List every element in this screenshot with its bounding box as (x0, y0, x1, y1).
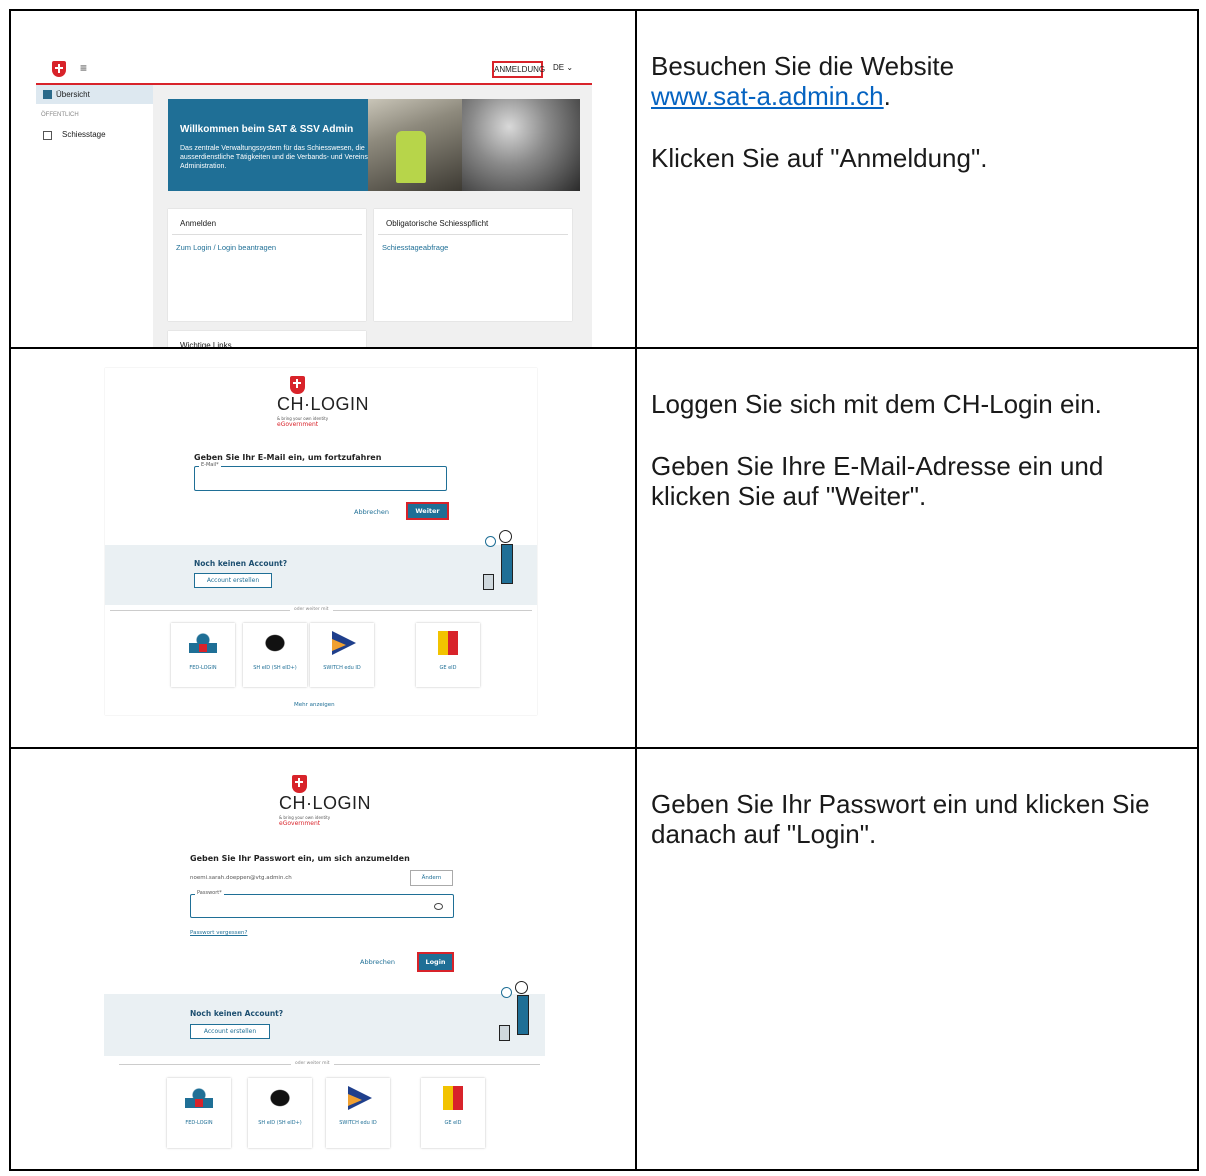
password-field[interactable]: Passwort* (190, 890, 454, 918)
sidebar-item-uebersicht[interactable]: Übersicht (36, 85, 153, 104)
hero-photo-helmet (462, 99, 580, 191)
card-heading: Obligatorische Schiesspflicht (378, 209, 568, 235)
signup-band: Noch keinen Account? Account erstellen (105, 545, 537, 605)
app-header: ≡ ANMELDUNG DE ⌄ (36, 55, 592, 85)
website-link[interactable]: www.sat-a.admin.ch (651, 81, 884, 111)
sidebar: Übersicht ÖFFENTLICH Schiesstage (36, 85, 153, 347)
instruction-ch-login: Loggen Sie sich mit dem CH-Login ein. (651, 389, 1102, 419)
step-1-instruction-cell: Besuchen Sie die Website www.sat-a.admin.… (635, 9, 1199, 349)
step-2-instruction-cell: Loggen Sie sich mit dem CH-Login ein. Ge… (635, 347, 1199, 749)
ge-eid-icon (438, 631, 458, 655)
email-prompt: Geben Sie Ihr E-Mail ein, um fortzufahre… (194, 453, 382, 462)
instruction-click-anmeldung: Klicken Sie auf "Anmeldung". (651, 143, 988, 173)
provider-sh-eid[interactable]: SH eID (SH eID+) (243, 623, 307, 687)
step-2-screenshot-cell: CH·LOGIN & bring your own identity eGove… (9, 347, 637, 749)
provider-label: GE eID (439, 665, 457, 671)
ch-login-email-screenshot: CH·LOGIN & bring your own identity eGove… (105, 368, 537, 715)
logo-egov: eGovernment (279, 820, 321, 827)
provider-label: FED-LOGIN (189, 665, 217, 671)
anmeldung-button[interactable]: ANMELDUNG (492, 61, 545, 78)
current-email: noemi.sarah.doeppen@vtg.admin.ch (190, 875, 292, 881)
hero-photo-shooter (368, 99, 462, 191)
sh-eid-icon (266, 1086, 294, 1110)
sidebar-item-schiesstage[interactable]: Schiesstage (36, 126, 153, 144)
email-label: E-Mail* (199, 462, 221, 468)
forgot-password-link[interactable]: Passwort vergessen? (190, 930, 247, 936)
separator-text: oder weiter mit (290, 607, 333, 612)
instruction-email: Geben Sie Ihre E-Mail-Adresse ein und kl… (651, 451, 1104, 511)
swiss-cross-icon (52, 61, 66, 77)
provider-label: SH eID (SH eID+) (253, 665, 297, 671)
change-email-button[interactable]: Ändern (410, 870, 453, 886)
create-account-button[interactable]: Account erstellen (194, 573, 272, 588)
instruction-text: Besuchen Sie die Website (651, 51, 955, 81)
swiss-cross-icon (290, 376, 305, 394)
step-row-3: CH·LOGIN & bring your own identity eGove… (9, 747, 1199, 1171)
instruction-table: ≡ ANMELDUNG DE ⌄ Übersicht ÖFFENTLICH Sc… (9, 9, 1199, 1171)
fed-login-icon (185, 1086, 213, 1110)
sh-eid-icon (261, 631, 289, 655)
no-account-text: Noch keinen Account? (194, 559, 288, 568)
password-label: Passwort* (195, 890, 224, 896)
login-button[interactable]: Login (417, 952, 454, 972)
login-request-link[interactable]: Zum Login / Login beantragen (168, 235, 366, 260)
password-prompt: Geben Sie Ihr Passwort ein, um sich anzu… (190, 854, 410, 863)
provider-label: FED-LOGIN (185, 1120, 213, 1126)
weiter-button[interactable]: Weiter (406, 502, 449, 520)
provider-label: GE eID (444, 1120, 462, 1126)
person-illustration (481, 530, 521, 598)
cancel-button[interactable]: Abbrechen (354, 508, 389, 516)
step-1-screenshot-cell: ≡ ANMELDUNG DE ⌄ Übersicht ÖFFENTLICH Sc… (9, 9, 637, 349)
step-3-instruction-cell: Geben Sie Ihr Passwort ein und klicken S… (635, 747, 1199, 1171)
sidebar-section-label: ÖFFENTLICH (41, 112, 79, 118)
eye-icon[interactable] (434, 903, 443, 910)
step-3-screenshot-cell: CH·LOGIN & bring your own identity eGove… (9, 747, 637, 1171)
separator-text: oder weiter mit (291, 1061, 334, 1066)
card-heading: Anmelden (172, 209, 362, 235)
card-schiesspflicht: Obligatorische Schiesspflicht Schiesstag… (374, 209, 572, 321)
create-account-button[interactable]: Account erstellen (190, 1024, 270, 1039)
signup-band: Noch keinen Account? Account erstellen (104, 994, 545, 1056)
provider-switch-edu-id[interactable]: SWITCH edu ID (326, 1078, 390, 1148)
ch-login-password-screenshot: CH·LOGIN & bring your own identity eGove… (104, 767, 545, 1167)
provider-sh-eid[interactable]: SH eID (SH eID+) (248, 1078, 312, 1148)
logo-name: CH·LOGIN (277, 394, 370, 414)
provider-label: SWITCH edu ID (339, 1120, 377, 1126)
person-illustration (497, 981, 537, 1049)
schiesstageabfrage-link[interactable]: Schiesstageabfrage (374, 235, 572, 260)
swiss-cross-icon (292, 775, 307, 793)
provider-fed-login[interactable]: FED-LOGIN (167, 1078, 231, 1148)
instruction-password: Geben Sie Ihr Passwort ein und klicken S… (651, 789, 1150, 849)
switch-edu-id-icon (332, 631, 356, 655)
step-row-2: CH·LOGIN & bring your own identity eGove… (9, 347, 1199, 749)
sat-admin-screenshot: ≡ ANMELDUNG DE ⌄ Übersicht ÖFFENTLICH Sc… (36, 55, 592, 347)
provider-fed-login[interactable]: FED-LOGIN (171, 623, 235, 687)
card-heading: Wichtige Links (180, 341, 232, 347)
instruction-text: . (883, 81, 891, 111)
email-field[interactable]: E-Mail* (194, 462, 447, 491)
language-value: DE (553, 63, 565, 72)
step-row-1: ≡ ANMELDUNG DE ⌄ Übersicht ÖFFENTLICH Sc… (9, 9, 1199, 349)
welcome-title: Willkommen beim SAT & SSV Admin (180, 124, 354, 135)
provider-label: SH eID (SH eID+) (258, 1120, 302, 1126)
welcome-text: Das zentrale Verwaltungssystem für das S… (180, 145, 371, 170)
provider-label: SWITCH edu ID (323, 665, 361, 671)
provider-switch-edu-id[interactable]: SWITCH edu ID (310, 623, 374, 687)
fed-login-icon (189, 631, 217, 655)
provider-ge-eid[interactable]: GE eID (421, 1078, 485, 1148)
provider-ge-eid[interactable]: GE eID (416, 623, 480, 687)
switch-edu-id-icon (348, 1086, 372, 1110)
card-anmelden: Anmelden Zum Login / Login beantragen (168, 209, 366, 321)
cancel-button[interactable]: Abbrechen (360, 958, 395, 966)
logo-egov: eGovernment (277, 421, 319, 428)
no-account-text: Noch keinen Account? (190, 1009, 284, 1018)
language-select[interactable]: DE ⌄ (553, 63, 573, 72)
ge-eid-icon (443, 1086, 463, 1110)
mehr-anzeigen-link[interactable]: Mehr anzeigen (294, 702, 335, 708)
logo-name: CH·LOGIN (279, 793, 372, 813)
chevron-down-icon: ⌄ (566, 63, 574, 72)
card-wichtige-links: Wichtige Links (168, 331, 366, 347)
instruction-visit: Besuchen Sie die Website www.sat-a.admin.… (651, 51, 1183, 111)
hamburger-icon[interactable]: ≡ (80, 61, 87, 75)
